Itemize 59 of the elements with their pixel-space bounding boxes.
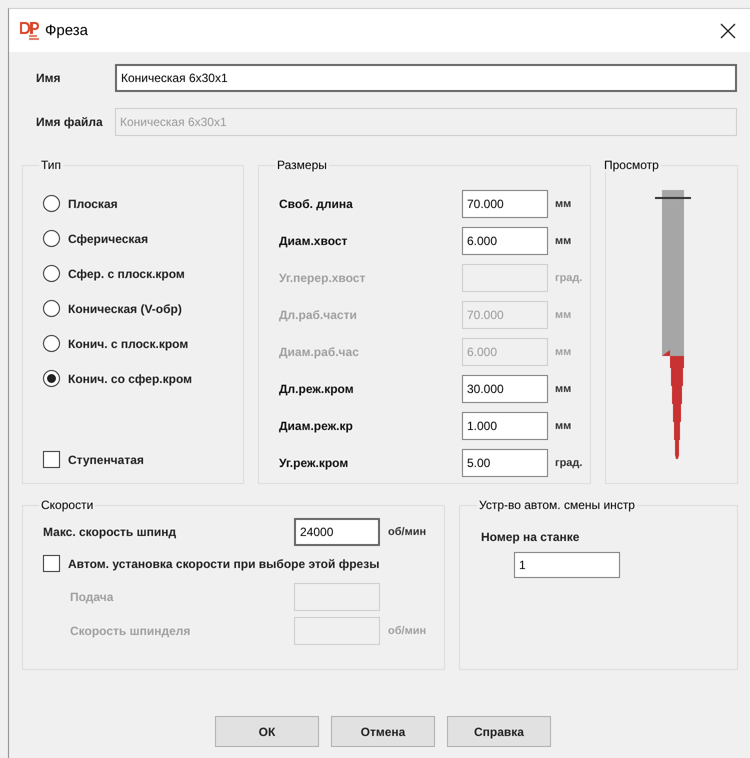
parameter-field[interactable]: 70.000: [462, 190, 548, 218]
parameter-label: Диам.раб.час: [279, 345, 360, 359]
checkbox-label[interactable]: Ступенчатая: [68, 452, 144, 466]
machine-number-label: Номер на станке: [481, 530, 580, 544]
radio-label[interactable]: Коническая (V-обр): [68, 302, 182, 316]
name-field[interactable]: Коническая 6x30x1: [115, 64, 737, 92]
unit-label: мм: [555, 420, 572, 432]
group-title: Просмотр: [603, 158, 660, 172]
dialog-button[interactable]: Отмена: [331, 716, 435, 747]
unit-label: мм: [555, 346, 572, 358]
parameter-label: Уг.перер.хвост: [279, 271, 366, 285]
filename-label: Имя файла: [35, 115, 104, 129]
parameter-field[interactable]: 6.000: [462, 227, 548, 255]
radio-button[interactable]: [43, 265, 60, 282]
radio-label[interactable]: Сферическая: [68, 232, 148, 246]
radio-label[interactable]: Сфер. с плоск.кром: [68, 266, 185, 280]
radio-label[interactable]: Конич. с плоск.кром: [68, 336, 188, 350]
unit-label: об/мин: [388, 625, 426, 637]
speed-label: Подача: [69, 590, 114, 604]
parameter-label: Дл.реж.кром: [279, 382, 355, 396]
radio-button[interactable]: [43, 370, 60, 387]
group-title: Скорости: [40, 498, 94, 512]
max-speed-field[interactable]: 24000: [294, 518, 380, 546]
machine-number-field[interactable]: 1: [514, 552, 620, 578]
max-speed-label: Макс. скорость шпинд: [43, 525, 178, 539]
group-title: Тип: [40, 158, 62, 172]
parameter-field[interactable]: 1.000: [462, 412, 548, 440]
parameter-label: Диам.хвост: [279, 234, 348, 248]
unit-label: град.: [555, 272, 582, 284]
parameter-field[interactable]: 5.00: [462, 449, 548, 477]
checkbox[interactable]: [43, 451, 60, 468]
parameter-label: Своб. длина: [279, 197, 354, 211]
unit-label: мм: [555, 383, 572, 395]
radio-button[interactable]: [43, 300, 60, 317]
radio-button[interactable]: [43, 195, 60, 212]
dialog-button[interactable]: Справка: [447, 716, 551, 747]
checkbox-label[interactable]: Автом. установка скорости при выборе этой фрезы: [68, 556, 380, 570]
group-title: Размеры: [276, 158, 328, 172]
window-title: Фреза: [45, 22, 88, 39]
unit-label: мм: [555, 235, 572, 247]
unit-label: мм: [555, 309, 572, 321]
dialog-button[interactable]: ОК: [215, 716, 319, 747]
speed-label: Скорость шпинделя: [69, 624, 192, 638]
radio-button[interactable]: [43, 230, 60, 247]
parameter-label: Дл.раб.части: [279, 308, 358, 322]
unit-label: об/мин: [388, 526, 426, 538]
parameter-label: Уг.реж.кром: [279, 456, 350, 470]
close-icon[interactable]: [720, 22, 736, 38]
checkbox[interactable]: [43, 555, 60, 572]
unit-label: град.: [555, 457, 582, 469]
parameter-label: Диам.реж.кр: [279, 419, 354, 433]
group-title: Устр-во автом. смены инстр: [478, 498, 636, 512]
parameter-field[interactable]: 30.000: [462, 375, 548, 403]
name-label: Имя: [35, 71, 62, 85]
radio-button[interactable]: [43, 335, 60, 352]
radio-label[interactable]: Конич. со сфер.кром: [68, 372, 192, 386]
unit-label: мм: [555, 198, 572, 210]
logo-icon: [19, 20, 41, 42]
radio-label[interactable]: Плоская: [68, 196, 118, 210]
